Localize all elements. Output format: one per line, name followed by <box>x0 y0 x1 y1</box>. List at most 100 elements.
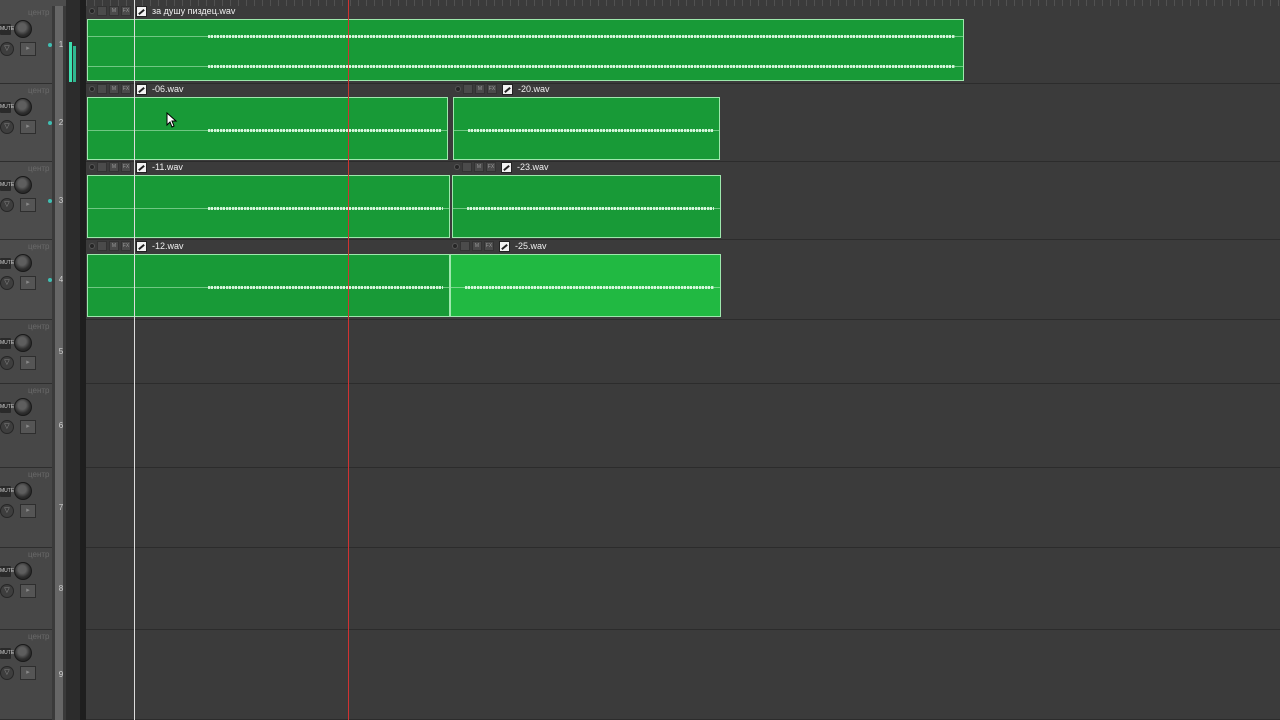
record-arm-icon[interactable]: ▽ <box>0 504 14 518</box>
pan-knob-icon[interactable] <box>14 98 32 116</box>
item-fx-button[interactable]: FX <box>121 241 131 251</box>
item-lock-button[interactable] <box>463 84 473 94</box>
record-arm-icon[interactable]: ▽ <box>0 120 14 134</box>
item-lock-button[interactable] <box>97 84 107 94</box>
fx-icon[interactable]: ▸ <box>20 120 36 134</box>
item-fx-button[interactable]: FX <box>484 241 494 251</box>
media-item[interactable] <box>452 175 721 238</box>
record-arm-icon[interactable]: ▽ <box>0 420 14 434</box>
item-mute-button[interactable]: M <box>474 162 484 172</box>
pan-knob-icon[interactable] <box>14 644 32 662</box>
track-folder-dot <box>48 278 52 282</box>
track-panel-4[interactable]: центр MUTE ▽ ▸ 4 <box>0 240 66 320</box>
fx-icon[interactable]: ▸ <box>20 356 36 370</box>
track-panel-8[interactable]: центр MUTE ▽ ▸ 8 <box>0 548 66 630</box>
item-lock-icon[interactable] <box>89 164 95 170</box>
mute-button[interactable]: MUTE <box>0 258 14 269</box>
item-fx-button[interactable]: FX <box>121 162 131 172</box>
track-lane-9[interactable] <box>86 630 1280 720</box>
envelope-icon[interactable] <box>501 161 512 173</box>
item-lock-icon[interactable] <box>452 243 458 249</box>
fx-icon[interactable]: ▸ <box>20 42 36 56</box>
track-lane-8[interactable] <box>86 548 1280 630</box>
arrange-view[interactable]: M FX за душу пиздец.wav M FX -06.wav M FX -20.wa… <box>86 0 1280 720</box>
record-arm-icon[interactable]: ▽ <box>0 356 14 370</box>
record-arm-icon[interactable]: ▽ <box>0 42 14 56</box>
track-control-panel: центр MUTE ▽ ▸ 1 центр MUTE ▽ ▸ 2 центр MUTE ▽ ▸ 3 цент… <box>0 0 66 720</box>
item-mute-button[interactable]: M <box>475 84 485 94</box>
media-item[interactable] <box>87 97 448 160</box>
record-arm-icon[interactable]: ▽ <box>0 584 14 598</box>
envelope-icon[interactable] <box>136 240 147 252</box>
pan-knob-icon[interactable] <box>14 482 32 500</box>
item-lock-icon[interactable] <box>454 164 460 170</box>
record-arm-icon[interactable]: ▽ <box>0 276 14 290</box>
fx-icon[interactable]: ▸ <box>20 420 36 434</box>
record-arm-icon[interactable]: ▽ <box>0 198 14 212</box>
mute-button[interactable]: MUTE <box>0 566 14 577</box>
fx-icon[interactable]: ▸ <box>20 276 36 290</box>
item-lock-button[interactable] <box>460 241 470 251</box>
pan-knob-icon[interactable] <box>14 176 32 194</box>
fx-icon[interactable]: ▸ <box>20 198 36 212</box>
item-mute-button[interactable]: M <box>109 6 119 16</box>
track-number: 4 <box>58 275 64 284</box>
track-panel-2[interactable]: центр MUTE ▽ ▸ 2 <box>0 84 66 162</box>
media-item[interactable] <box>450 254 721 317</box>
mute-button[interactable]: MUTE <box>0 102 14 113</box>
mute-button[interactable]: MUTE <box>0 338 14 349</box>
item-lock-icon[interactable] <box>89 86 95 92</box>
waveform <box>208 129 441 132</box>
media-item[interactable] <box>453 97 720 160</box>
item-name: за душу пиздец.wav <box>152 6 236 16</box>
pan-knob-icon[interactable] <box>14 334 32 352</box>
track-panel-6[interactable]: центр MUTE ▽ ▸ 6 <box>0 384 66 468</box>
envelope-icon[interactable] <box>136 5 147 17</box>
item-fx-button[interactable]: FX <box>121 84 131 94</box>
item-lock-button[interactable] <box>97 241 107 251</box>
envelope-icon[interactable] <box>502 83 513 95</box>
envelope-icon[interactable] <box>499 240 510 252</box>
item-mute-button[interactable]: M <box>109 162 119 172</box>
track-panel-9[interactable]: центр MUTE ▽ ▸ 9 <box>0 630 66 720</box>
mute-button[interactable]: MUTE <box>0 402 14 413</box>
media-item[interactable] <box>87 175 450 238</box>
fx-icon[interactable]: ▸ <box>20 504 36 518</box>
mute-button[interactable]: MUTE <box>0 24 14 35</box>
item-fx-button[interactable]: FX <box>487 84 497 94</box>
item-lock-button[interactable] <box>97 162 107 172</box>
track-panel-5[interactable]: центр MUTE ▽ ▸ 5 <box>0 320 66 384</box>
item-lock-icon[interactable] <box>89 8 95 14</box>
item-lock-icon[interactable] <box>89 243 95 249</box>
track-panel-3[interactable]: центр MUTE ▽ ▸ 3 <box>0 162 66 240</box>
track-lane-5[interactable] <box>86 320 1280 384</box>
media-item[interactable] <box>87 19 964 81</box>
track-lane-6[interactable] <box>86 384 1280 468</box>
pan-knob-icon[interactable] <box>14 20 32 38</box>
item-mute-button[interactable]: M <box>109 84 119 94</box>
pan-knob-icon[interactable] <box>14 562 32 580</box>
pan-knob-icon[interactable] <box>14 398 32 416</box>
track-panel-1[interactable]: центр MUTE ▽ ▸ 1 <box>0 6 66 84</box>
mute-button[interactable]: MUTE <box>0 486 14 497</box>
mute-button[interactable]: MUTE <box>0 180 14 191</box>
track-panel-7[interactable]: центр MUTE ▽ ▸ 7 <box>0 468 66 548</box>
pan-knob-icon[interactable] <box>14 254 32 272</box>
envelope-icon[interactable] <box>136 83 147 95</box>
waveform <box>208 207 443 210</box>
item-fx-button[interactable]: FX <box>121 6 131 16</box>
mute-button[interactable]: MUTE <box>0 648 14 659</box>
item-lock-button[interactable] <box>462 162 472 172</box>
record-arm-icon[interactable]: ▽ <box>0 666 14 680</box>
envelope-icon[interactable] <box>136 161 147 173</box>
item-lock-icon[interactable] <box>455 86 461 92</box>
fx-icon[interactable]: ▸ <box>20 666 36 680</box>
item-mute-button[interactable]: M <box>472 241 482 251</box>
media-item[interactable] <box>87 254 450 317</box>
item-fx-button[interactable]: FX <box>486 162 496 172</box>
track-lane-7[interactable] <box>86 468 1280 548</box>
item-lock-button[interactable] <box>97 6 107 16</box>
fx-icon[interactable]: ▸ <box>20 584 36 598</box>
item-mute-button[interactable]: M <box>109 241 119 251</box>
waveform <box>465 286 714 289</box>
